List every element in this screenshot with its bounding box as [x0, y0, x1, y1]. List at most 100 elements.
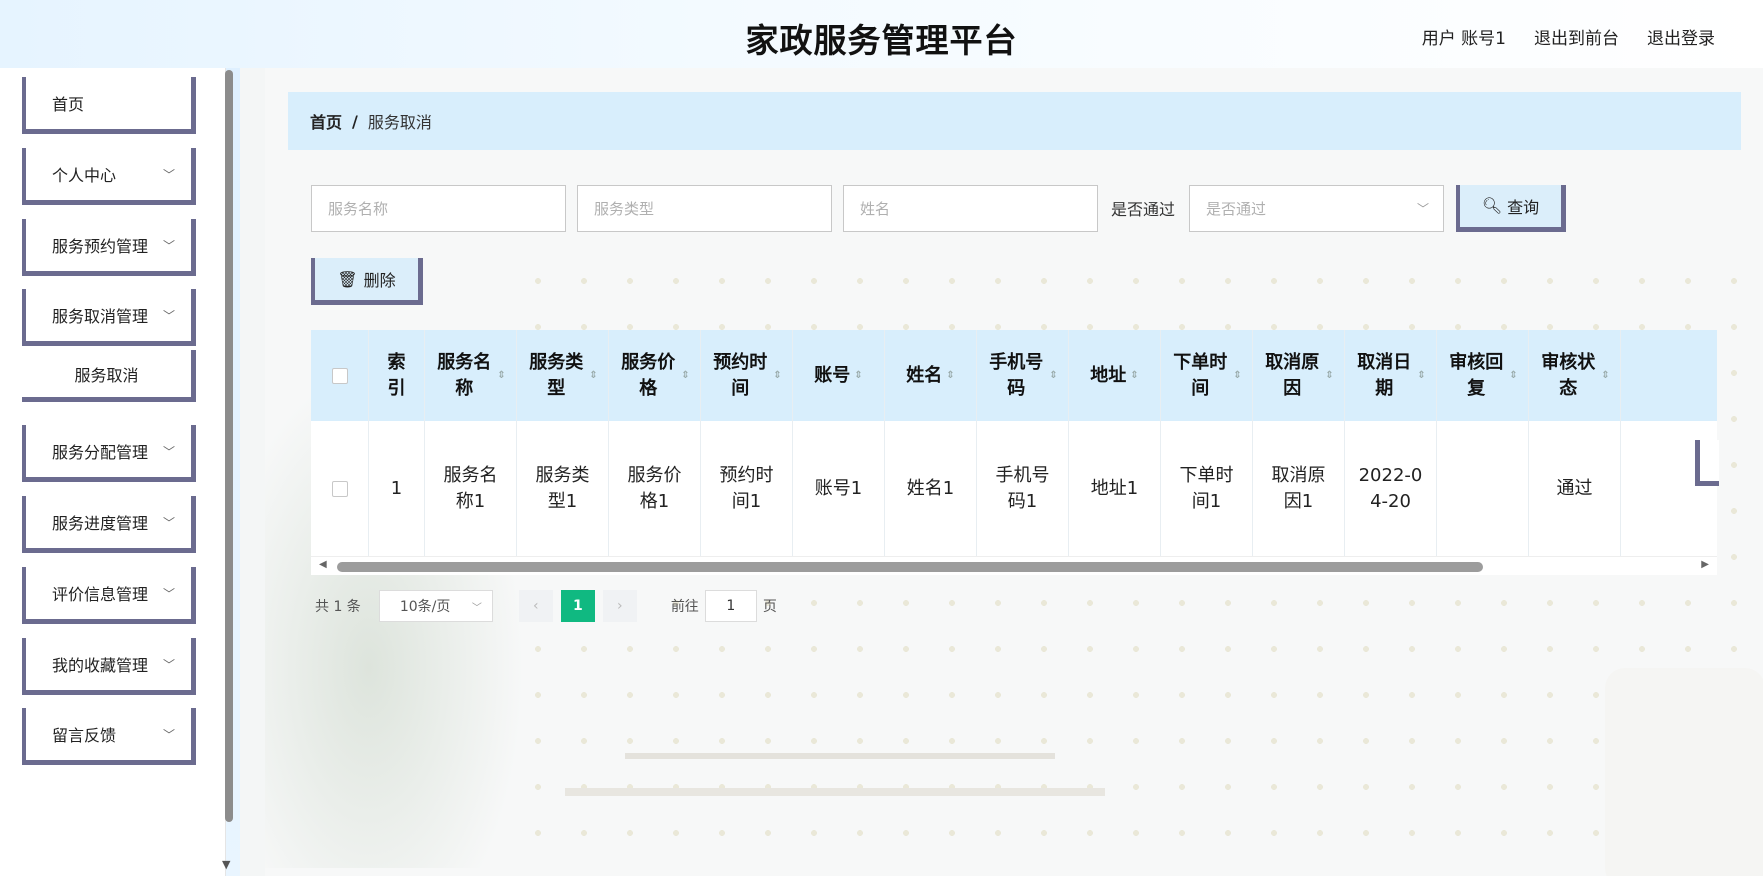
sort-icon[interactable]: ⇕ — [1233, 370, 1241, 381]
sort-icon[interactable]: ⇕ — [854, 370, 862, 381]
sidebar-item-review-mgmt[interactable]: 评价信息管理 ﹀ — [22, 567, 196, 624]
top-header: 家政服务管理平台 用户 账号1 退出到前台 退出登录 — [0, 0, 1763, 68]
sidebar-item-label: 服务取消 — [74, 365, 139, 385]
sidebar-item-feedback[interactable]: 留言反馈 ﹀ — [22, 708, 196, 765]
sort-icon[interactable]: ⇕ — [497, 370, 505, 381]
sidebar-scrollbar[interactable] — [225, 70, 233, 822]
sidebar-item-favorites-mgmt[interactable]: 我的收藏管理 ﹀ — [22, 638, 196, 695]
column-header[interactable]: 审核状态 ⇕ — [1529, 330, 1621, 421]
sort-icon[interactable]: ⇕ — [773, 370, 781, 381]
table-cell: 手机号码1 — [977, 421, 1069, 556]
sidebar-item-assign-mgmt[interactable]: 服务分配管理 ﹀ — [22, 425, 196, 482]
sidebar-item-label: 服务预约管理 — [52, 237, 149, 256]
sort-icon[interactable]: ⇕ — [681, 370, 689, 381]
chevron-down-icon: ﹀ — [162, 516, 175, 530]
column-header[interactable]: 审核回复 ⇕ — [1437, 330, 1529, 421]
scroll-left-arrow-icon[interactable]: ◀ — [319, 559, 327, 570]
column-header[interactable]: 下单时间 ⇕ — [1161, 330, 1253, 421]
breadcrumb-home[interactable]: 首页 — [310, 109, 342, 133]
page-size-value: 10条/页 — [399, 599, 451, 615]
back-to-front-link[interactable]: 退出到前台 — [1534, 24, 1619, 49]
column-header[interactable]: 姓名 ⇕ — [885, 330, 977, 421]
chevron-down-icon: ﹀ — [162, 309, 175, 323]
column-header[interactable]: 服务价格 ⇕ — [609, 330, 701, 421]
query-button-label: 查询 — [1507, 197, 1540, 217]
column-header[interactable]: 服务类型 ⇕ — [517, 330, 609, 421]
table-horizontal-scrollbar[interactable]: ◀ ▶ — [311, 558, 1717, 575]
delete-button-label: 删除 — [363, 271, 396, 290]
sidebar-item-progress-mgmt[interactable]: 服务进度管理 ﹀ — [22, 496, 196, 553]
table-row: 1 服务名称1 服务类型1 服务价格1 预约时间1 账号1 姓名1 手机号码1 … — [311, 421, 1717, 557]
total-count: 共 1 条 — [315, 599, 361, 615]
chevron-down-icon: ﹀ — [162, 168, 175, 182]
query-button[interactable]: 🔍︎ 查询 — [1456, 184, 1567, 232]
table-cell: 姓名1 — [885, 421, 977, 556]
table-cell: 2022-04-20 — [1345, 421, 1437, 556]
column-header[interactable]: 服务名称 ⇕ — [425, 330, 517, 421]
sidebar-item-cancel-mgmt[interactable]: 服务取消管理 ﹀ — [22, 289, 196, 346]
sort-icon[interactable]: ⇕ — [1049, 370, 1057, 381]
sort-icon[interactable]: ⇕ — [1601, 370, 1609, 381]
input-placeholder: 服务类型 — [594, 199, 655, 218]
chevron-right-icon: › — [617, 598, 623, 614]
sidebar-item-label: 个人中心 — [52, 166, 117, 185]
goto-page-input[interactable]: 1 — [704, 590, 757, 622]
breadcrumb-separator: / — [352, 111, 358, 131]
sort-icon[interactable]: ⇕ — [589, 370, 597, 381]
column-header[interactable]: 地址 ⇕ — [1069, 330, 1161, 421]
main-content: 首页 / 服务取消 服务名称 服务类型 姓名 是否通过 是否通过 ﹀ 🔍︎ 查询… — [265, 68, 1763, 876]
sidebar-item-home[interactable]: 首页 — [22, 77, 196, 134]
header-actions: 用户 账号1 退出到前台 退出登录 — [1422, 24, 1715, 49]
scroll-right-arrow-icon[interactable]: ▶ — [1701, 559, 1709, 570]
table-cell: 服务类型1 — [517, 421, 609, 556]
sort-icon[interactable]: ⇕ — [946, 370, 954, 381]
name-input[interactable]: 姓名 — [843, 184, 1098, 232]
page-button-current[interactable]: 1 — [560, 590, 595, 622]
column-header-operations — [1621, 330, 1711, 421]
column-header[interactable]: 预约时间 ⇕ — [701, 330, 793, 421]
pass-select[interactable]: 是否通过 ﹀ — [1189, 184, 1445, 232]
column-header[interactable]: 索引 — [369, 330, 425, 421]
sidebar-item-personal-center[interactable]: 个人中心 ﹀ — [22, 148, 196, 205]
table-cell: 取消原因1 — [1253, 421, 1345, 556]
select-all-cell — [311, 330, 369, 421]
column-header[interactable]: 账号 ⇕ — [793, 330, 885, 421]
chevron-down-icon: ﹀ — [1417, 201, 1430, 216]
sidebar-subitem-service-cancel[interactable]: 服务取消 — [22, 350, 196, 402]
sidebar: 首页 个人中心 ﹀ 服务预约管理 ﹀ 服务取消管理 ﹀ 服务取消 服务分配管理 … — [0, 68, 240, 876]
prev-page-button[interactable]: ‹ — [518, 590, 553, 622]
table-header-row: 索引 服务名称 ⇕ 服务类型 ⇕ 服务价格 ⇕ 预约时间 ⇕ 账号 ⇕ 姓名 ⇕ 手机号码 ⇕… — [311, 330, 1717, 421]
sort-icon[interactable]: ⇕ — [1509, 370, 1517, 381]
table-cell: 服务价格1 — [609, 421, 701, 556]
search-icon: 🔍︎ — [1481, 196, 1503, 215]
next-page-button[interactable]: › — [602, 590, 637, 622]
sort-icon[interactable]: ⇕ — [1417, 370, 1425, 381]
column-header[interactable]: 手机号码 ⇕ — [977, 330, 1069, 421]
sidebar-item-label: 首页 — [52, 95, 85, 114]
chevron-down-icon: ﹀ — [162, 658, 175, 672]
service-type-input[interactable]: 服务类型 — [577, 184, 832, 232]
sidebar-item-label: 服务取消管理 — [52, 307, 149, 326]
row-checkbox[interactable] — [331, 480, 348, 497]
column-header[interactable]: 取消日期 ⇕ — [1345, 330, 1437, 421]
page-size-select[interactable]: 10条/页 ﹀ — [378, 590, 493, 622]
service-name-input[interactable]: 服务名称 — [311, 184, 566, 232]
select-placeholder: 是否通过 — [1206, 199, 1267, 218]
table-cell — [1437, 421, 1529, 556]
table-cell: 下单时间1 — [1161, 421, 1253, 556]
trash-icon: 🗑︎ — [337, 269, 358, 289]
delete-button[interactable]: 🗑︎ 删除 — [311, 258, 423, 305]
select-all-checkbox[interactable] — [331, 367, 348, 384]
sort-icon[interactable]: ⇕ — [1325, 370, 1333, 381]
page-suffix: 页 — [762, 599, 777, 615]
row-action-button-partial[interactable] — [1695, 440, 1719, 486]
sort-icon[interactable]: ⇕ — [1130, 370, 1138, 381]
column-header[interactable]: 取消原因 ⇕ — [1253, 330, 1345, 421]
pagination: 共 1 条 10条/页 ﹀ ‹ 1 › 前往 1 页 — [315, 590, 777, 622]
scrollbar-thumb[interactable] — [337, 562, 1483, 572]
sidebar-item-booking-mgmt[interactable]: 服务预约管理 ﹀ — [22, 219, 196, 276]
scroll-down-arrow-icon[interactable]: ▼ — [222, 858, 230, 871]
logout-link[interactable]: 退出登录 — [1647, 24, 1715, 49]
sidebar-item-label: 留言反馈 — [52, 726, 117, 745]
table-cell: 服务名称1 — [425, 421, 517, 556]
